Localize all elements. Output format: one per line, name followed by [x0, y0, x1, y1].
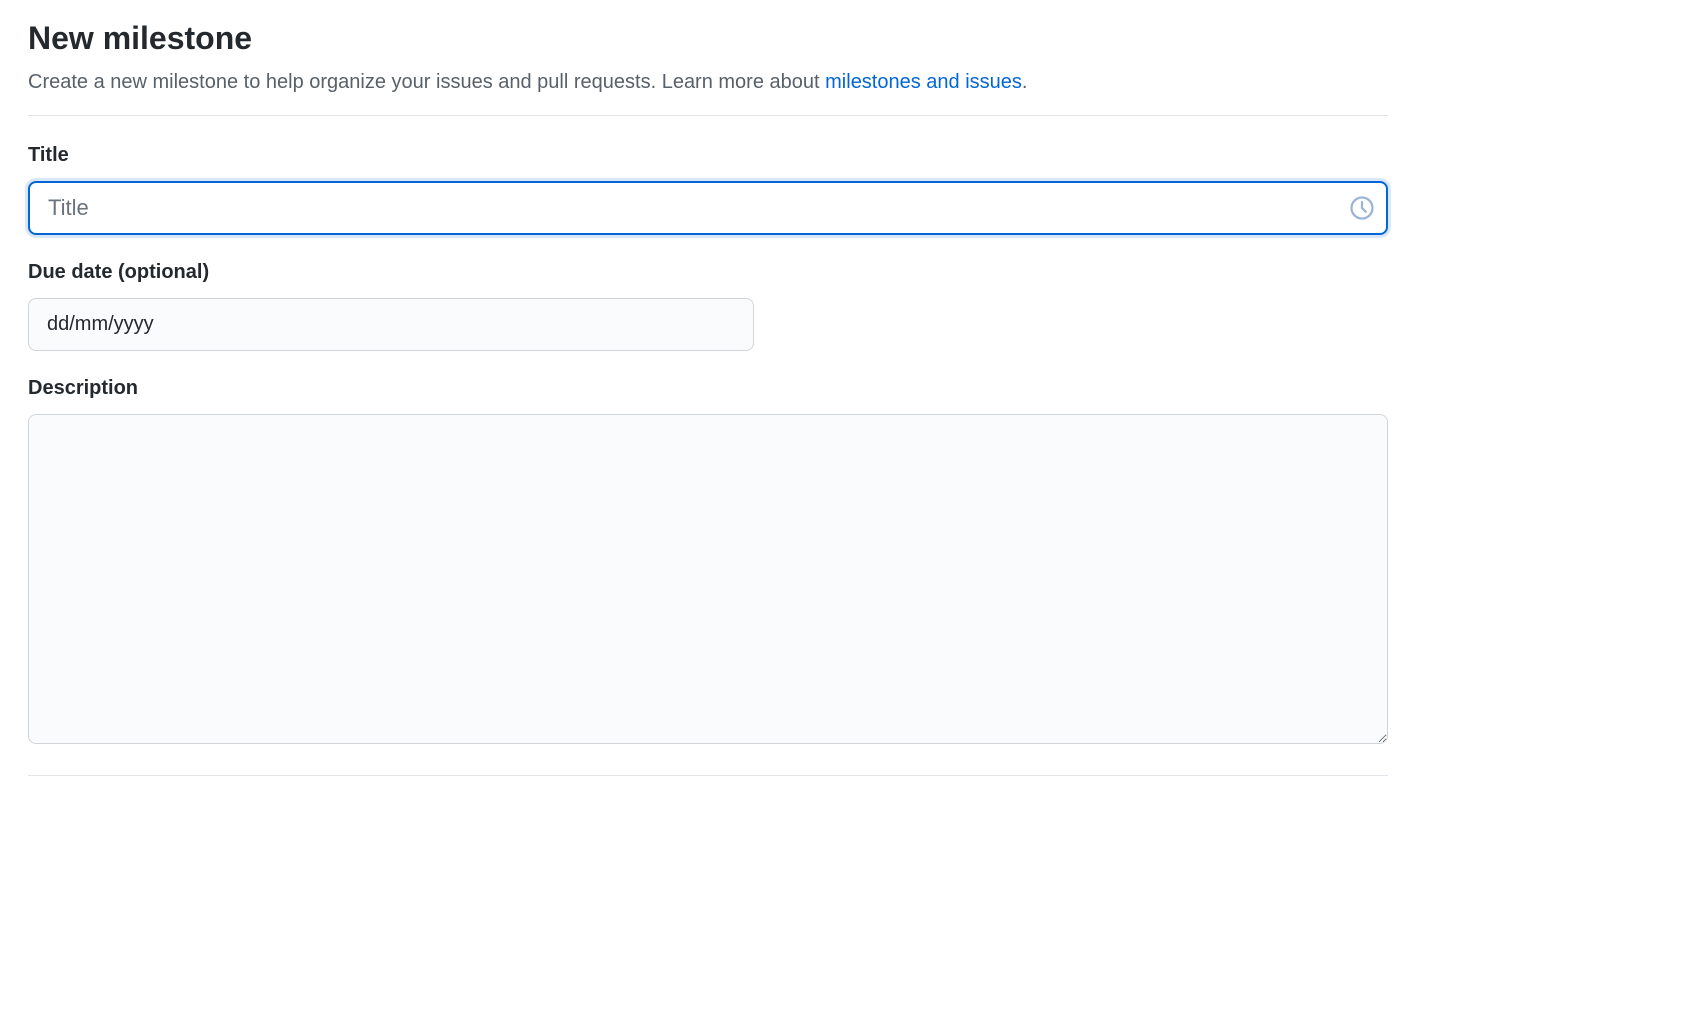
subtitle-suffix: .	[1022, 71, 1028, 93]
description-label: Description	[28, 377, 1388, 400]
page-title: New milestone	[28, 20, 1388, 57]
title-label: Title	[28, 144, 1388, 167]
bottom-divider	[28, 775, 1388, 776]
subtitle-text: Create a new milestone to help organize …	[28, 71, 825, 93]
page-subtitle: Create a new milestone to help organize …	[28, 67, 1388, 97]
description-form-group: Description	[28, 377, 1388, 749]
title-input-wrapper	[28, 181, 1388, 235]
milestones-issues-link[interactable]: milestones and issues	[825, 71, 1022, 93]
new-milestone-form: New milestone Create a new milestone to …	[28, 20, 1388, 776]
title-form-group: Title	[28, 144, 1388, 235]
page-header: New milestone Create a new milestone to …	[28, 20, 1388, 116]
title-input[interactable]	[28, 181, 1388, 235]
due-date-label: Due date (optional)	[28, 261, 1388, 284]
due-date-form-group: Due date (optional)	[28, 261, 1388, 351]
description-textarea[interactable]	[28, 414, 1388, 744]
due-date-input[interactable]	[28, 298, 754, 351]
